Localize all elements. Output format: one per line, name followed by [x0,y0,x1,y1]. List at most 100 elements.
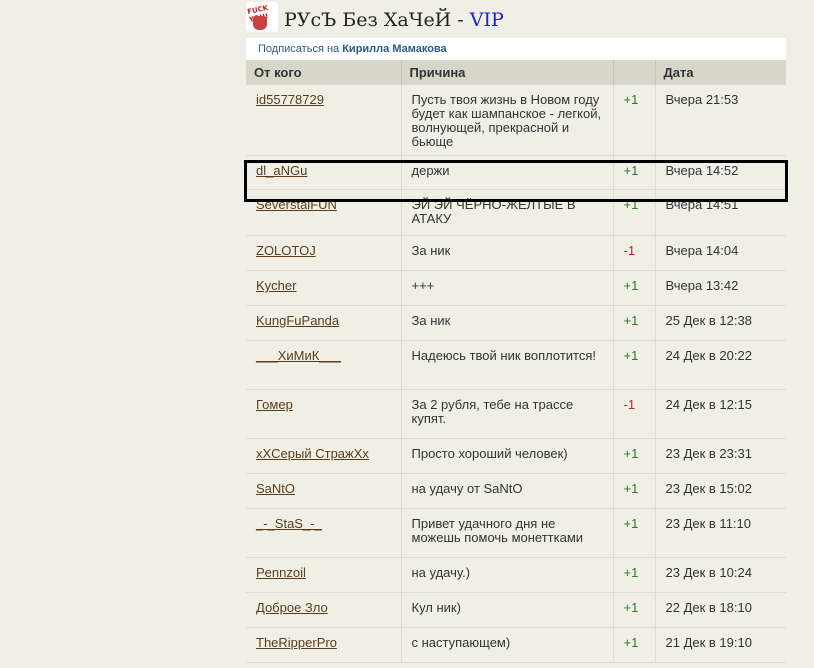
user-link[interactable]: Kycher [256,278,296,293]
reason-cell: ЭЙ ЭЙ ЧЁРНО-ЖЕЛТЫЕ В АТАКУ [401,189,614,236]
from-cell: SaNtO [246,473,402,509]
from-cell: ___ХиМиК___ [246,340,402,390]
table-row: SaNtO на удачу от SaNtO +1 23 Дек в 15:02 [246,473,786,509]
user-link[interactable]: id55778729 [256,92,324,107]
table-row: ZOLOTOJ За ник -1 Вчера 14:04 [246,235,786,271]
from-cell: SeverstalFUN [246,189,402,236]
from-cell: Kycher [246,270,402,306]
date-cell: 23 Дек в 15:02 [655,473,786,509]
user-link[interactable]: Гомер [256,397,293,412]
score-cell: -1 [613,235,656,271]
from-cell: dl_aNGu [246,155,402,190]
date-cell: Вчера 21:53 [655,85,786,156]
date-cell: Вчера 14:04 [655,235,786,271]
subscribe-link[interactable]: Кирилла Мамакова [342,43,446,55]
table-row: KungFuPanda За ник +1 25 Дек в 12:38 [246,305,786,341]
column-header-reason: Причина [401,60,614,85]
user-link[interactable]: ___ХиМиК___ [256,348,341,363]
score-cell: +1 [613,270,656,306]
score-cell: +1 [613,85,656,156]
table-row: Pennzoil на удачу.) +1 23 Дек в 10:24 [246,557,786,593]
score-cell: +1 [613,438,656,474]
table-row: xXСерый СтражXx Просто хороший человек) +1… [246,438,786,474]
reason-cell: с наступающем) [401,627,614,663]
reason-cell: +++ [401,270,614,306]
date-cell: 22 Дек в 18:10 [655,592,786,628]
logo-icon: FUCK YOU! [246,2,278,32]
score-cell: +1 [613,473,656,509]
table-header: От кого Причина Дата [246,60,786,85]
table-row: Kycher +++ +1 Вчера 13:42 [246,270,786,306]
score-cell: +1 [613,627,656,663]
group-name: РУсЪ Без ХаЧеЙ [284,9,452,31]
votes-table-body: id55778729 Пусть твоя жизнь в Новом году … [246,85,786,663]
user-link[interactable]: dl_aNGu [256,163,307,178]
table-row: id55778729 Пусть твоя жизнь в Новом году … [246,85,786,156]
user-link[interactable]: ZOLOTOJ [256,243,316,258]
score-cell: +1 [613,557,656,593]
subscribe-prefix: Подписаться на [258,43,340,55]
score-cell: +1 [613,305,656,341]
table-row: Доброе Зло Кул ник) +1 22 Дек в 18:10 [246,592,786,628]
reason-cell: на удачу.) [401,557,614,593]
vip-badge: VIP [469,9,504,31]
table-row: ___ХиМиК___ Надеюсь твой ник воплотится! +… [246,340,786,390]
date-cell: Вчера 14:51 [655,189,786,236]
score-cell: +1 [613,508,656,558]
page-header: FUCK YOU! РУсЪ Без ХаЧеЙ - VIP [246,0,786,38]
user-link[interactable]: SaNtO [256,481,295,496]
user-link[interactable]: TheRipperPro [256,635,337,650]
score-cell: +1 [613,155,656,190]
reason-cell: Привет удачного дня не можешь помочь мон… [401,508,614,558]
reason-cell: Просто хороший человек) [401,438,614,474]
reason-cell: За ник [401,235,614,271]
table-row: SeverstalFUN ЭЙ ЭЙ ЧЁРНО-ЖЕЛТЫЕ В АТАКУ +1… [246,189,786,236]
votes-table: От кого Причина Дата id55778729 Пусть тво… [246,60,786,663]
score-cell: +1 [613,189,656,236]
score-cell: +1 [613,340,656,390]
table-row: dl_aNGu держи +1 Вчера 14:52 [246,155,786,190]
reason-cell: За 2 рубля, тебе на трассе купят. [401,389,614,439]
date-cell: Вчера 14:52 [655,155,786,190]
user-link[interactable]: SeverstalFUN [256,197,337,212]
from-cell: TheRipperPro [246,627,402,663]
page-title: РУсЪ Без ХаЧеЙ - VIP [284,9,504,31]
date-cell: 25 Дек в 12:38 [655,305,786,341]
date-cell: 23 Дек в 11:10 [655,508,786,558]
score-cell: -1 [613,389,656,439]
user-link[interactable]: Доброе Зло [256,600,328,615]
date-cell: 23 Дек в 10:24 [655,557,786,593]
date-cell: 24 Дек в 12:15 [655,389,786,439]
reason-cell: на удачу от SaNtO [401,473,614,509]
user-link[interactable]: xXСерый СтражXx [256,446,369,461]
column-header-from: От кого [246,60,402,85]
user-link[interactable]: Pennzoil [256,565,306,580]
table-row: Гомер За 2 рубля, тебе на трассе купят. -1… [246,389,786,439]
from-cell: KungFuPanda [246,305,402,341]
hand-icon [253,16,267,30]
reason-cell: держи [401,155,614,190]
table-row: _-_StaS_-_ Привет удачного дня не можешь … [246,508,786,558]
date-cell: 23 Дек в 23:31 [655,438,786,474]
user-link[interactable]: KungFuPanda [256,313,339,328]
table-row: TheRipperPro с наступающем) +1 21 Дек в 19:… [246,627,786,663]
from-cell: Pennzoil [246,557,402,593]
from-cell: xXСерый СтражXx [246,438,402,474]
user-link[interactable]: _-_StaS_-_ [256,516,322,531]
subscribe-bar: Подписаться на Кирилла Мамакова [246,38,786,60]
column-header-date: Дата [655,60,786,85]
title-separator: - [451,9,470,31]
reason-cell: За ник [401,305,614,341]
reason-cell: Кул ник) [401,592,614,628]
date-cell: Вчера 13:42 [655,270,786,306]
date-cell: 24 Дек в 20:22 [655,340,786,390]
from-cell: _-_StaS_-_ [246,508,402,558]
from-cell: ZOLOTOJ [246,235,402,271]
from-cell: id55778729 [246,85,402,156]
column-header-score [613,60,656,85]
score-cell: +1 [613,592,656,628]
reason-cell: Пусть твоя жизнь в Новом году будет как … [401,85,614,156]
reason-cell: Надеюсь твой ник воплотится! [401,340,614,390]
from-cell: Доброе Зло [246,592,402,628]
date-cell: 21 Дек в 19:10 [655,627,786,663]
